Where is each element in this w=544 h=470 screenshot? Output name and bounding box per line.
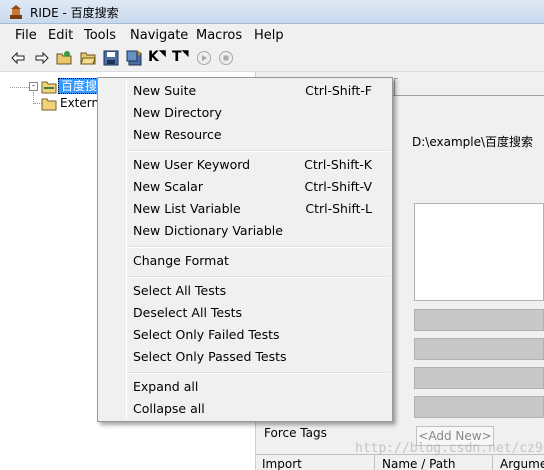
tree-item-external-resources[interactable]: Extern: [60, 96, 99, 110]
menu-navigate[interactable]: Navigate: [130, 28, 188, 43]
menu-item-shortcut: Ctrl-Shift-K: [304, 157, 372, 172]
arrow-right-icon[interactable]: [34, 50, 50, 66]
open-suite-icon[interactable]: [56, 50, 72, 66]
menu-item-deselect-all-tests[interactable]: Deselect All Tests: [100, 302, 390, 324]
tree-connector: [10, 87, 29, 88]
menu-item-new-dictionary-variable[interactable]: New Dictionary Variable: [100, 220, 390, 242]
menu-item-label: Deselect All Tests: [133, 305, 243, 320]
menu-item-shortcut: Ctrl-Shift-V: [304, 179, 373, 194]
menu-item-new-directory[interactable]: New Directory: [100, 102, 390, 124]
force-tags-label: Force Tags: [264, 426, 327, 440]
menu-item-collapse-all[interactable]: Collapse all: [100, 398, 390, 420]
menu-item-label: Select Only Passed Tests: [133, 349, 287, 364]
column-header-arguments[interactable]: Argume: [500, 457, 544, 470]
ride-app-icon: [10, 5, 22, 19]
add-new-tag-field[interactable]: <Add New>: [416, 426, 494, 446]
column-divider: [374, 455, 375, 470]
menu-item-select-only-passed-tests[interactable]: Select Only Passed Tests: [100, 346, 390, 368]
menu-item-change-format[interactable]: Change Format: [100, 250, 390, 272]
test-teardown-field[interactable]: [414, 396, 544, 418]
tree-context-menu: New Suite Ctrl-Shift-F New Directory New…: [97, 77, 393, 422]
menu-item-label: Collapse all: [133, 401, 205, 416]
menu-item-expand-all[interactable]: Expand all: [100, 376, 390, 398]
menu-item-shortcut: Ctrl-Shift-F: [305, 83, 372, 98]
test-setup-field[interactable]: [414, 367, 544, 389]
menu-item-shortcut: Ctrl-Shift-L: [305, 201, 372, 216]
menu-item-label: Select All Tests: [133, 283, 227, 298]
menu-item-new-suite[interactable]: New Suite Ctrl-Shift-F: [100, 80, 390, 102]
stop-icon[interactable]: [218, 50, 234, 66]
suite-setup-field[interactable]: [414, 309, 544, 331]
test-search-icon[interactable]: T◥: [172, 49, 188, 65]
import-table-header: Import Name / Path Argume: [256, 454, 544, 470]
window-title: RIDE - 百度搜索: [30, 6, 119, 20]
menu-item-label: New Dictionary Variable: [133, 223, 283, 238]
open-directory-icon[interactable]: [80, 50, 96, 66]
menu-item-label: New Scalar: [133, 179, 203, 194]
documentation-field[interactable]: [414, 203, 544, 301]
suite-source-path: D:\example\百度搜索: [412, 135, 534, 149]
menu-item-label: Select Only Failed Tests: [133, 327, 280, 342]
menu-item-new-scalar[interactable]: New Scalar Ctrl-Shift-V: [100, 176, 390, 198]
editor-tab[interactable]: [394, 78, 398, 96]
menu-item-label: New Resource: [133, 127, 222, 142]
title-bar: RIDE - 百度搜索: [0, 0, 544, 24]
menu-separator: [128, 276, 390, 278]
save-all-icon[interactable]: [126, 50, 142, 66]
folder-suite-icon: [41, 81, 57, 94]
column-divider: [492, 455, 493, 470]
menu-edit[interactable]: Edit: [48, 28, 73, 43]
save-icon[interactable]: [103, 50, 119, 66]
menu-item-new-list-variable[interactable]: New List Variable Ctrl-Shift-L: [100, 198, 390, 220]
menu-item-label: New User Keyword: [133, 157, 251, 172]
menu-macros[interactable]: Macros: [196, 28, 242, 43]
run-icon[interactable]: [196, 50, 212, 66]
arrow-left-icon[interactable]: [10, 50, 26, 66]
menu-tools[interactable]: Tools: [84, 28, 116, 43]
menu-item-label: New List Variable: [133, 201, 241, 216]
menu-bar: File Edit Tools Navigate Macros Help: [0, 24, 544, 46]
menu-item-select-only-failed-tests[interactable]: Select Only Failed Tests: [100, 324, 390, 346]
keyword-search-icon[interactable]: K◥: [148, 49, 166, 65]
column-header-name-path[interactable]: Name / Path: [382, 457, 455, 470]
menu-item-select-all-tests[interactable]: Select All Tests: [100, 280, 390, 302]
menu-help[interactable]: Help: [254, 28, 284, 43]
suite-teardown-field[interactable]: [414, 338, 544, 360]
toolbar: K◥ T◥: [0, 46, 544, 72]
menu-item-new-user-keyword[interactable]: New User Keyword Ctrl-Shift-K: [100, 154, 390, 176]
folder-resource-icon: [41, 98, 57, 111]
tree-item-suite[interactable]: 百度搜: [58, 78, 101, 94]
menu-item-label: New Suite: [133, 83, 197, 98]
column-header-import[interactable]: Import: [262, 457, 302, 470]
menu-item-new-resource[interactable]: New Resource: [100, 124, 390, 146]
menu-item-label: Expand all: [133, 379, 199, 394]
menu-separator: [128, 372, 390, 374]
menu-file[interactable]: File: [15, 28, 37, 43]
menu-separator: [128, 246, 390, 248]
tree-collapse-toggle[interactable]: -: [29, 82, 38, 91]
menu-separator: [128, 150, 390, 152]
menu-item-label: New Directory: [133, 105, 222, 120]
menu-item-label: Change Format: [133, 253, 229, 268]
